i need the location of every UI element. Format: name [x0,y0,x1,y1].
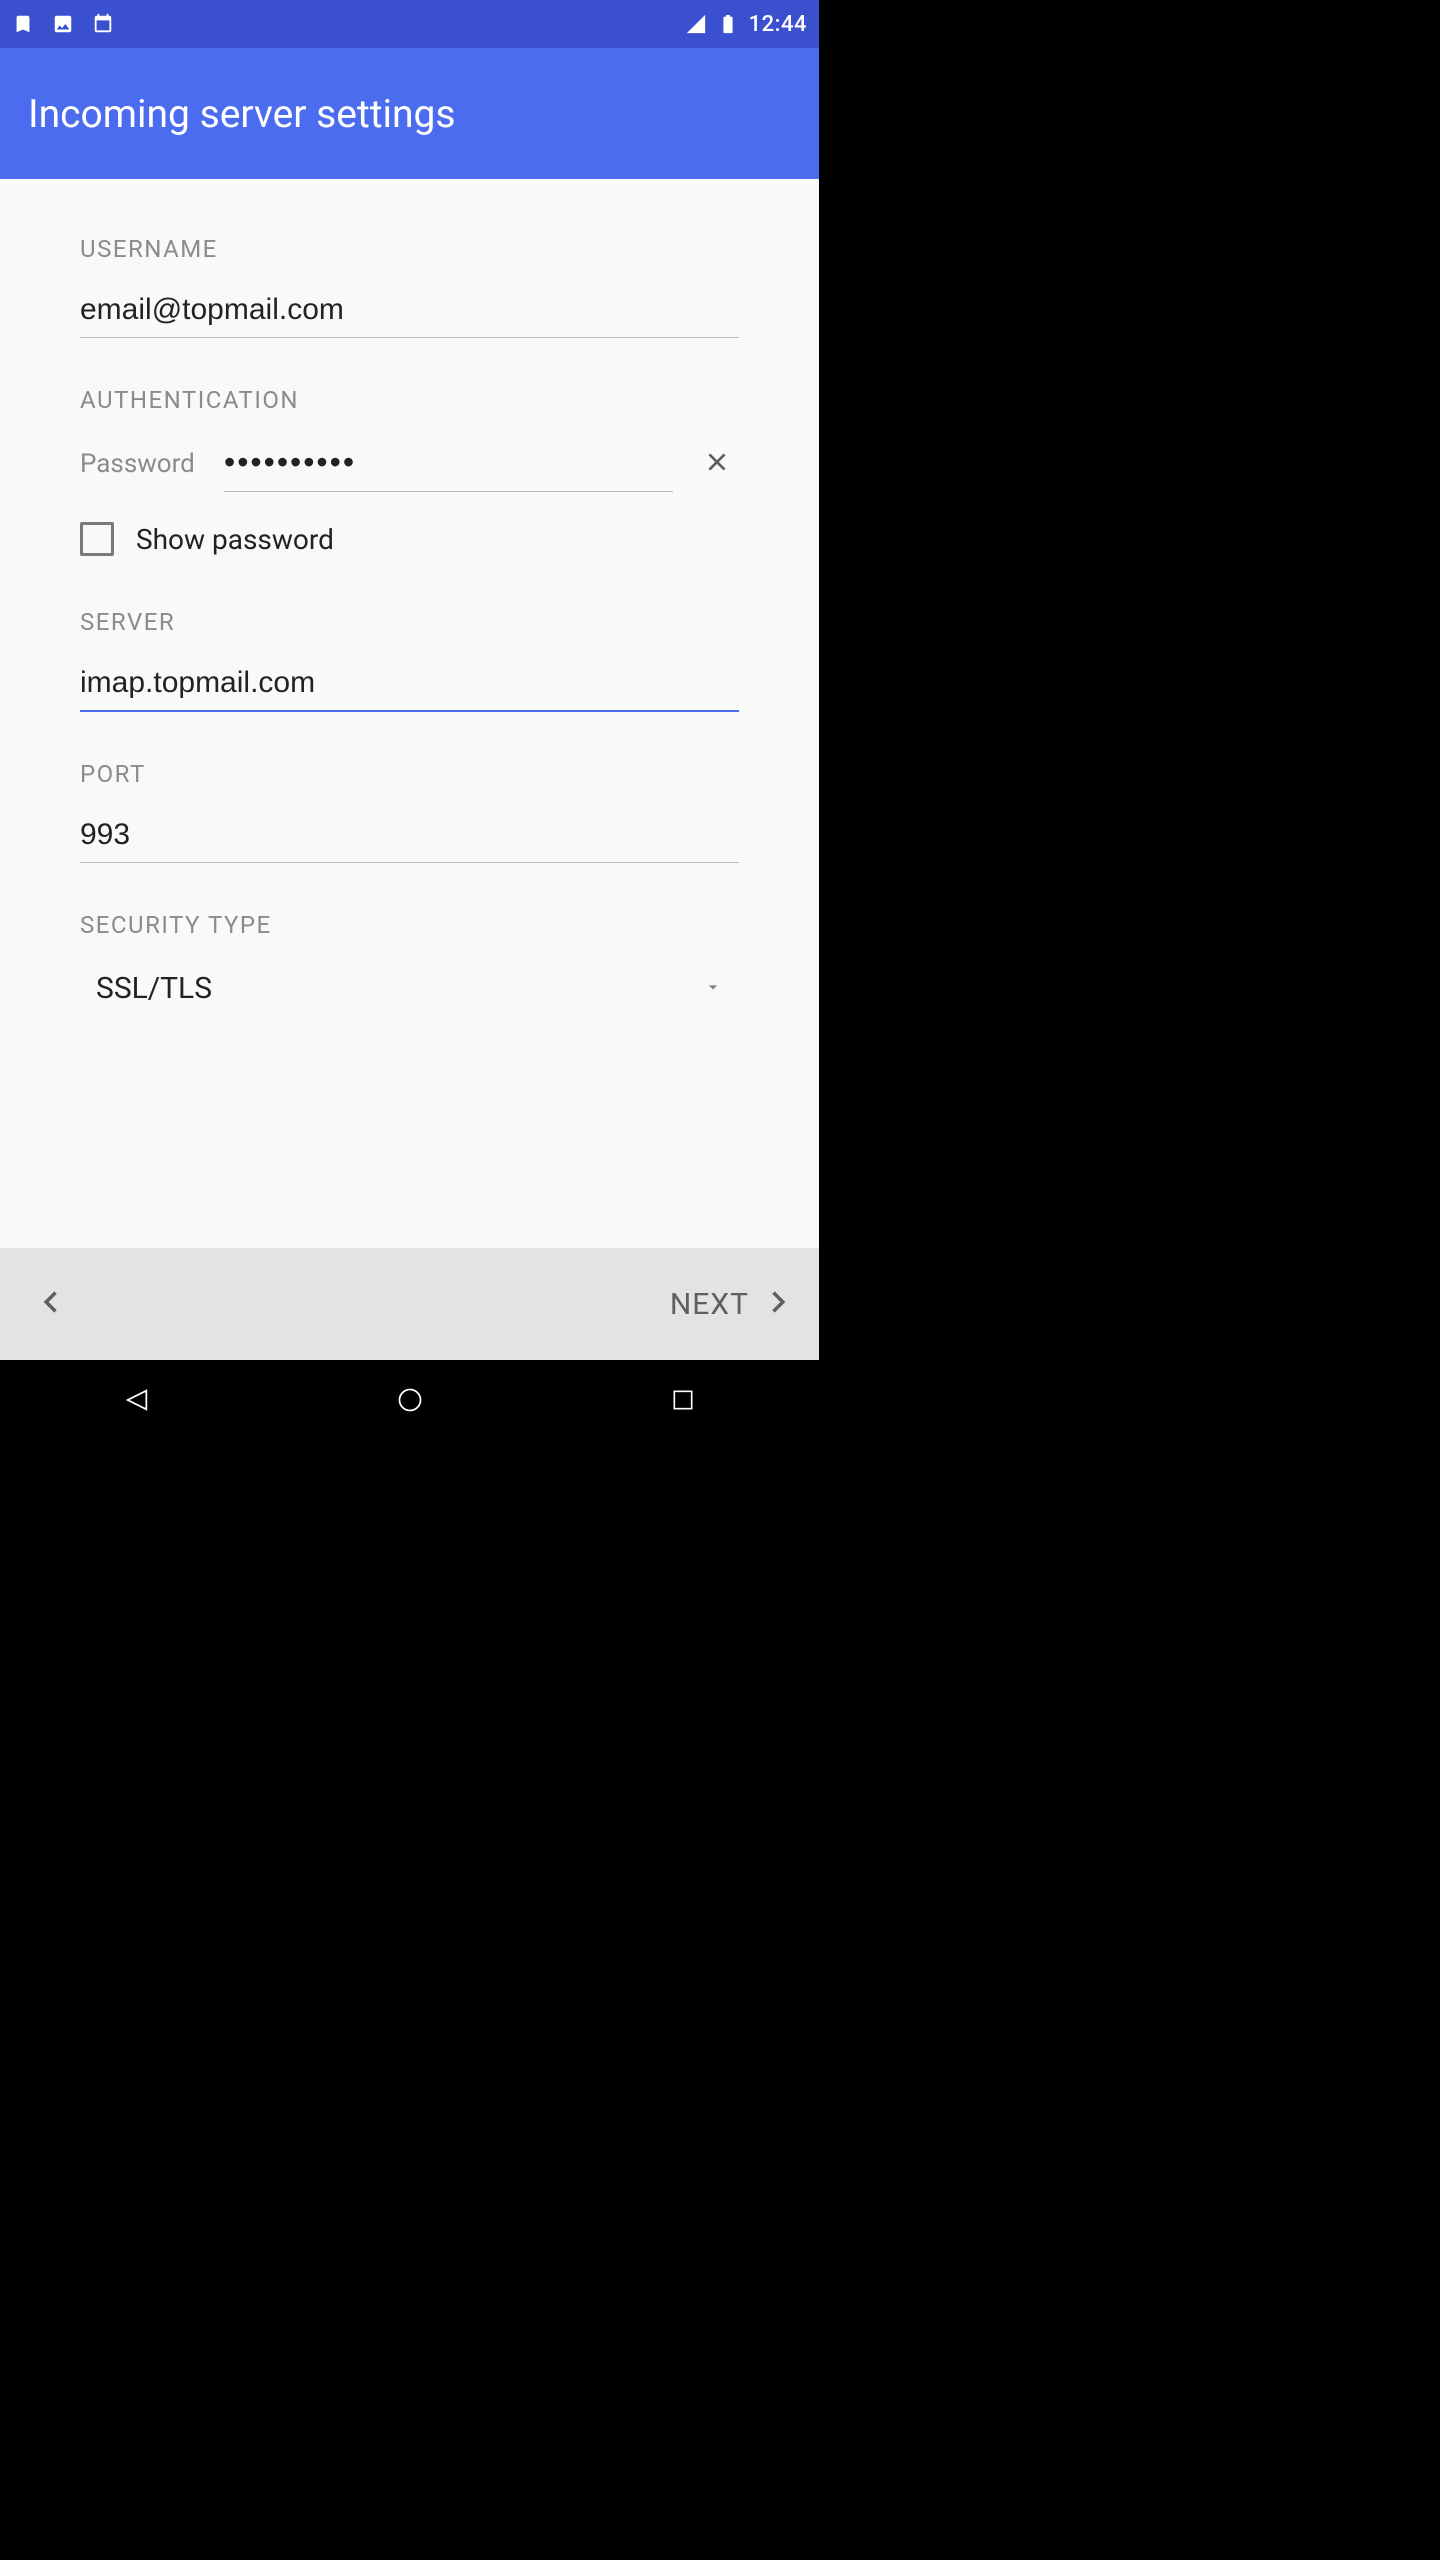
port-group: PORT [80,760,739,863]
next-button[interactable]: NEXT [670,1287,791,1322]
server-label: SERVER [80,608,739,636]
status-time: 12:44 [749,12,807,37]
clear-password-button[interactable] [695,442,739,486]
password-label: Password [80,449,210,479]
security-group: SECURITY TYPE SSL/TLS [80,911,739,1016]
android-nav-bar [0,1360,819,1440]
app-bar: Incoming server settings [0,48,819,179]
chevron-right-icon [763,1288,791,1320]
password-row: Password [80,436,739,492]
nav-back-button[interactable] [97,1375,177,1425]
status-bar-left [12,13,114,35]
password-input-wrap [224,436,673,492]
calendar-icon [92,13,114,35]
server-input[interactable] [80,658,739,712]
security-value: SSL/TLS [96,971,212,1006]
authentication-group: AUTHENTICATION Password Show password [80,386,739,556]
server-group: SERVER [80,608,739,712]
checkbox-box-icon [80,522,114,556]
port-input[interactable] [80,810,739,863]
battery-icon [717,13,739,35]
security-label: SECURITY TYPE [80,911,739,939]
next-label: NEXT [670,1287,749,1322]
show-password-checkbox[interactable]: Show password [80,522,739,556]
picture-icon [52,13,74,35]
back-button[interactable] [28,1280,76,1328]
username-input[interactable] [80,285,739,338]
dropdown-arrow-icon [703,977,723,1001]
chevron-left-icon [38,1288,66,1320]
username-group: USERNAME [80,235,739,338]
password-input[interactable] [224,436,673,492]
security-select[interactable]: SSL/TLS [80,961,739,1016]
content-area: USERNAME AUTHENTICATION Password Show pa… [0,179,819,1248]
authentication-label: AUTHENTICATION [80,386,739,414]
signal-icon [685,13,707,35]
username-label: USERNAME [80,235,739,263]
show-password-label: Show password [136,523,334,556]
nav-home-button[interactable] [370,1375,450,1425]
close-icon [704,449,730,479]
bookmark-icon [12,13,34,35]
port-label: PORT [80,760,739,788]
footer-bar: NEXT [0,1248,819,1360]
status-bar: 12:44 [0,0,819,48]
page-title: Incoming server settings [28,91,456,137]
device-frame: 12:44 Incoming server settings USERNAME … [0,0,819,1440]
nav-recent-button[interactable] [643,1375,723,1425]
status-bar-right: 12:44 [685,12,807,37]
